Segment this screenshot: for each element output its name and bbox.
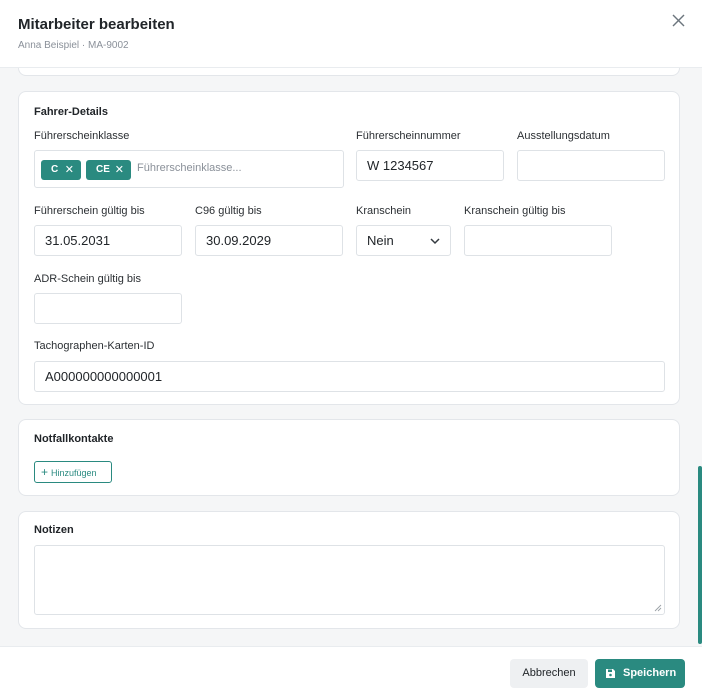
issue-date-label: Ausstellungsdatum [517,130,610,142]
license-number-label: Führerscheinnummer [356,130,461,142]
scrollbar-thumb[interactable] [698,466,702,644]
license-number-input[interactable]: W 1234567 [356,150,504,181]
tachograph-card-id-input[interactable]: A000000000000001 [34,361,665,392]
c96-valid-until-label: C96 gültig bis [195,205,262,217]
crane-license-valid-until-label: Kranschein gültig bis [464,205,566,217]
save-button-label: Speichern [623,667,677,679]
crane-license-label: Kranschein [356,205,412,217]
notes-title: Notizen [34,524,74,536]
modal-body[interactable]: Fahrer-Details Führerscheinklasse C ✕ CE… [0,68,702,646]
license-class-tag-ce: CE ✕ [86,160,131,180]
save-icon [606,669,615,678]
issue-date-input[interactable] [517,150,665,181]
emergency-contacts-title: Notfallkontakte [34,433,114,445]
c96-valid-until-input[interactable]: 30.09.2029 [195,225,343,256]
emergency-contacts-card: Notfallkontakte + Hinzufügen [18,419,680,496]
cancel-button[interactable]: Abbrechen [510,659,588,688]
plus-icon: + [41,465,49,479]
crane-license-value: Nein [367,233,394,248]
notes-textarea[interactable] [34,545,665,615]
license-class-tag-c: C ✕ [41,160,81,180]
modal-title: Mitarbeiter bearbeiten [18,16,175,33]
add-emergency-contact-button[interactable]: + Hinzufügen [34,461,112,483]
edit-employee-modal: Mitarbeiter bearbeiten Anna Beispiel · M… [0,0,702,698]
tag-label: C [51,164,59,175]
resize-grip-icon[interactable] [654,604,662,612]
crane-license-valid-until-input[interactable] [464,225,612,256]
license-class-multiselect[interactable]: C ✕ CE ✕ Führerscheinklasse... [34,150,344,188]
tag-remove-icon[interactable]: ✕ [115,160,124,180]
add-button-label: Hinzufügen [51,468,97,478]
save-button[interactable]: Speichern [595,659,685,688]
tag-remove-icon[interactable]: ✕ [65,160,74,180]
modal-footer: Abbrechen Speichern [0,646,702,698]
tag-label: CE [96,164,110,175]
crane-license-select[interactable]: Nein [356,225,451,256]
modal-subtitle: Anna Beispiel · MA-9002 [18,40,129,51]
previous-card-bottom [18,68,680,76]
license-class-label: Führerscheinklasse [34,130,130,142]
adr-valid-until-input[interactable] [34,293,182,324]
license-class-placeholder[interactable]: Führerscheinklasse... [137,162,242,174]
driver-details-title: Fahrer-Details [34,106,108,118]
license-valid-until-label: Führerschein gültig bis [34,205,145,217]
tachograph-card-id-label: Tachographen-Karten-ID [34,340,155,352]
adr-valid-until-label: ADR-Schein gültig bis [34,273,141,285]
close-button[interactable] [668,10,690,32]
close-icon [672,14,685,27]
modal-header: Mitarbeiter bearbeiten Anna Beispiel · M… [0,0,702,68]
license-valid-until-input[interactable]: 31.05.2031 [34,225,182,256]
driver-details-card: Fahrer-Details Führerscheinklasse C ✕ CE… [18,91,680,405]
chevron-down-icon [430,238,440,245]
notes-card: Notizen [18,511,680,629]
